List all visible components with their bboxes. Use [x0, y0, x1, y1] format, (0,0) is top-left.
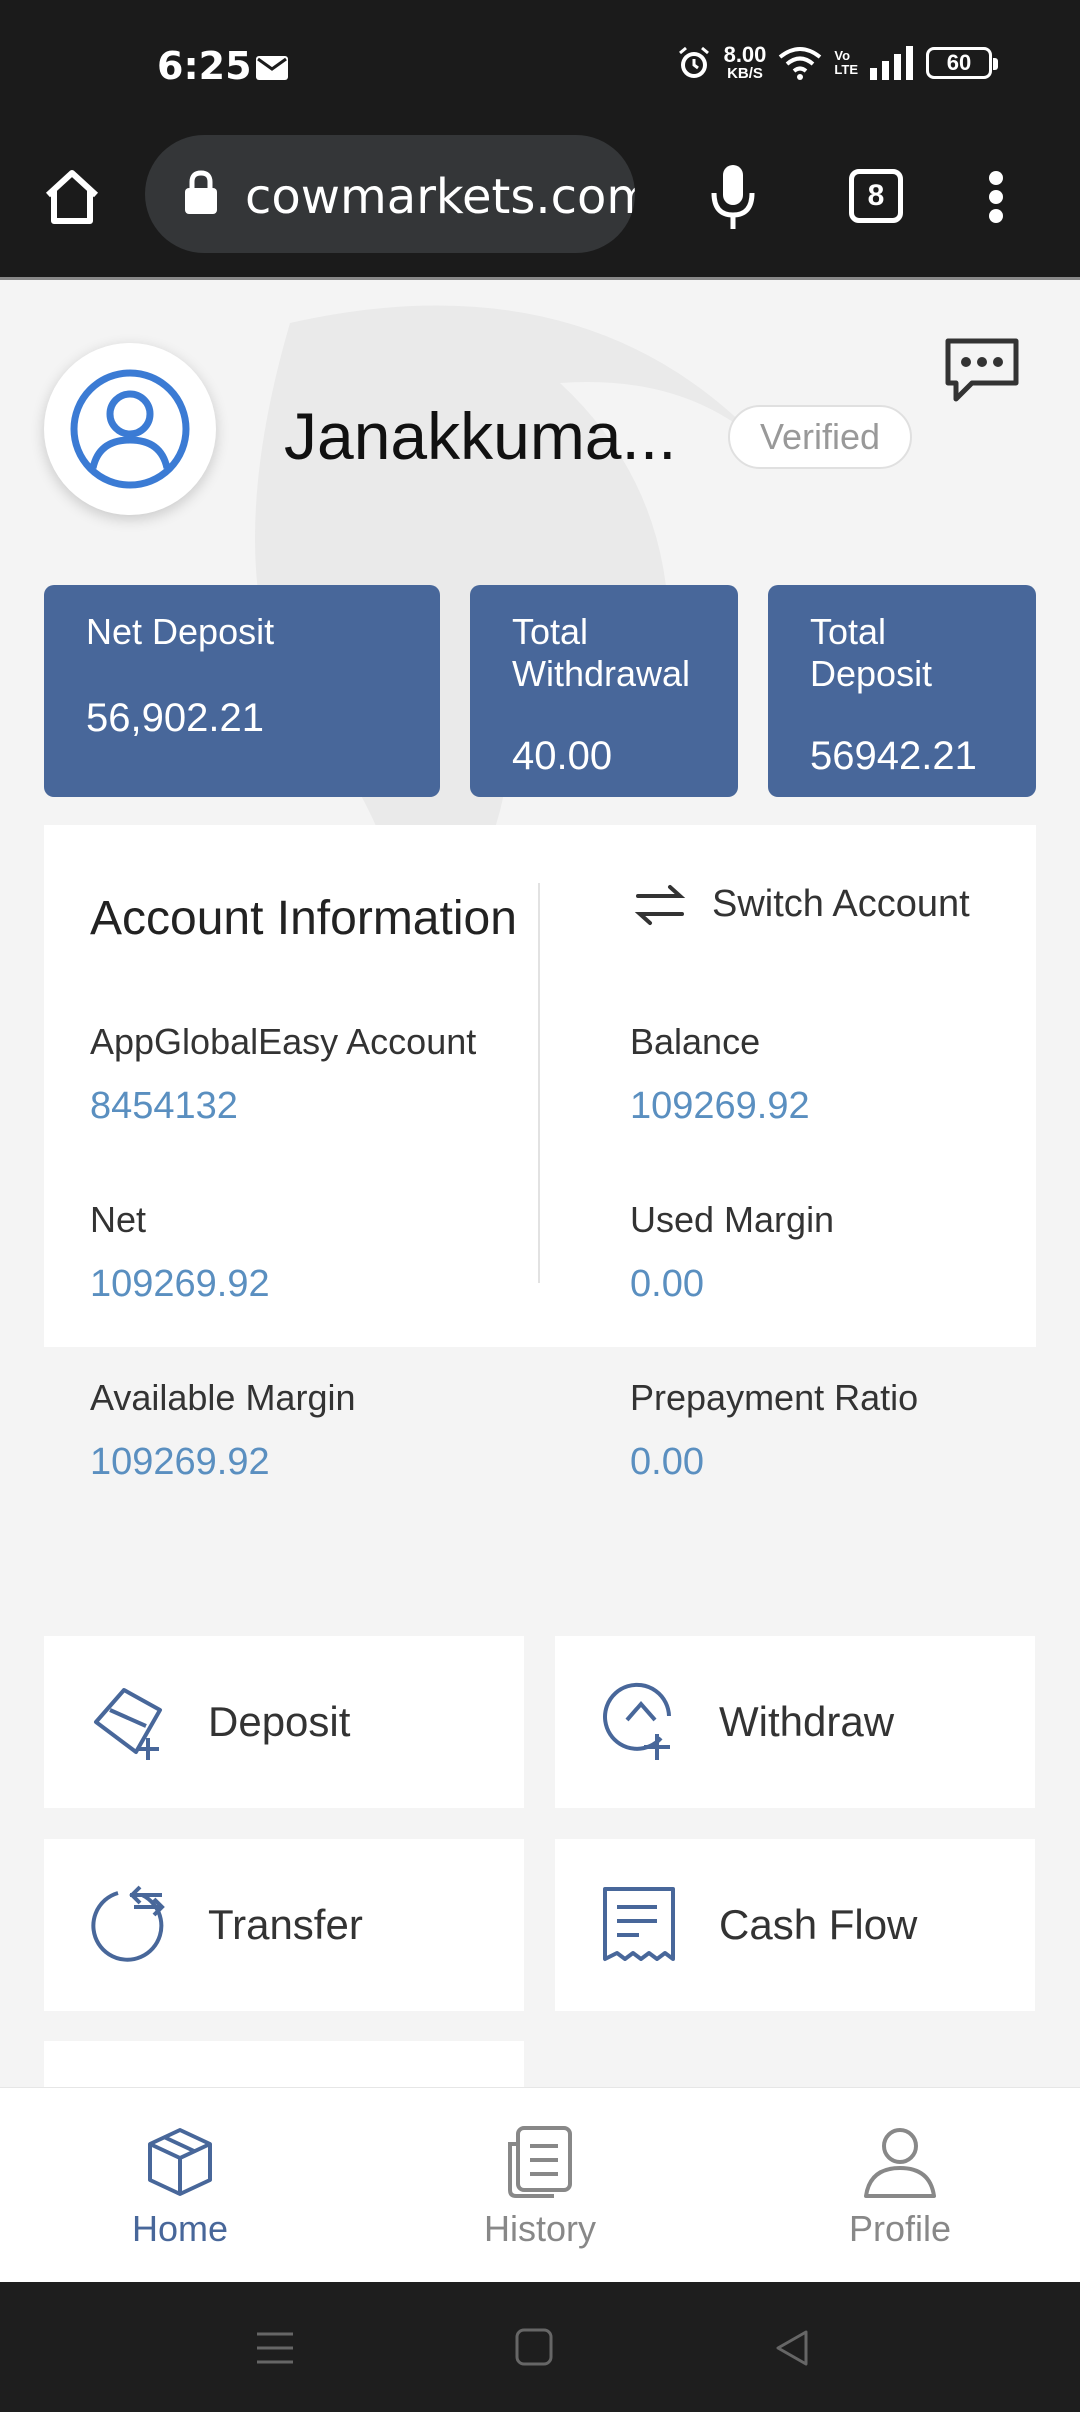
deposit-button[interactable]: Deposit: [44, 1636, 524, 1808]
nav-profile-label: Profile: [848, 2208, 952, 2249]
tab-switcher-button[interactable]: 8: [849, 169, 903, 223]
user-name: Janakkuma...: [284, 399, 677, 473]
withdraw-icon: [603, 1682, 671, 1760]
total-withdrawal-label-2: Withdrawal: [512, 653, 691, 694]
total-withdrawal-card: Total Withdrawal 40.00: [470, 585, 738, 797]
account-number-field: AppGlobalEasy Account 8454132: [90, 1021, 477, 1127]
switch-account-button[interactable]: Switch Account: [634, 883, 970, 926]
account-info-title: Account Information: [90, 892, 517, 945]
swap-arrows-icon: [634, 884, 686, 925]
page-content: Janakkuma... Verified Net Deposit 56,902…: [0, 283, 1080, 2087]
total-withdrawal-value: 40.00: [512, 734, 613, 778]
withdraw-button[interactable]: Withdraw: [555, 1636, 1035, 1808]
wifi-icon: [779, 46, 822, 80]
nav-home[interactable]: Home: [0, 2088, 360, 2283]
home-nav-icon[interactable]: [513, 2326, 557, 2370]
person-icon: [864, 2128, 936, 2198]
nav-profile[interactable]: Profile: [720, 2088, 1080, 2283]
recents-icon[interactable]: [253, 2326, 297, 2370]
verified-badge: Verified: [728, 405, 912, 469]
microphone-icon[interactable]: [708, 163, 758, 233]
net-speed: 8.00 KB/S: [723, 42, 767, 82]
balance-field: Balance 109269.92: [630, 1021, 810, 1127]
url-text: cowmarkets.com: [245, 169, 635, 225]
address-bar[interactable]: cowmarkets.com: [145, 135, 635, 253]
system-navigation-bar: [0, 2282, 1080, 2412]
prepayment-ratio-field: Prepayment Ratio 0.00: [630, 1377, 919, 1483]
total-withdrawal-label-1: Total: [512, 611, 589, 652]
signal-icon: [870, 45, 913, 80]
transfer-icon: [91, 1885, 165, 1962]
status-time: 6:25: [157, 44, 252, 88]
bottom-navigation: Home History Profile: [0, 2087, 1080, 2282]
avatar[interactable]: [44, 343, 216, 515]
deposit-icon: [94, 1688, 162, 1760]
total-deposit-value: 56942.21: [810, 734, 977, 778]
available-margin-field: Available Margin 109269.92: [90, 1377, 356, 1483]
net-deposit-value: 56,902.21: [86, 696, 264, 740]
deposit-label: Deposit: [208, 1698, 351, 1745]
total-deposit-card: Total Deposit 56942.21: [768, 585, 1036, 797]
withdraw-label: Withdraw: [719, 1698, 895, 1745]
alarm-icon: [678, 46, 709, 78]
document-icon: [508, 2126, 572, 2198]
volte-indicator: Vo LTE: [834, 47, 858, 77]
chat-icon[interactable]: [942, 335, 1022, 405]
lock-icon: [185, 170, 217, 214]
nav-history-label: History: [483, 2208, 596, 2249]
nav-home-label: Home: [131, 2208, 229, 2249]
status-icons: 8.00 KB/S Vo LTE 60: [676, 42, 998, 82]
mail-icon: [256, 56, 288, 80]
user-icon: [70, 369, 190, 489]
cash-flow-button[interactable]: Cash Flow: [555, 1839, 1035, 2011]
divider: [538, 883, 540, 1283]
home-icon[interactable]: [40, 165, 104, 229]
account-information-panel: Account Information Switch Account AppGl…: [44, 825, 1036, 1483]
transfer-label: Transfer: [208, 1901, 363, 1948]
browser-toolbar: cowmarkets.com 8: [0, 135, 1080, 280]
net-deposit-card: Net Deposit 56,902.21: [44, 585, 440, 797]
total-deposit-label-1: Total: [810, 611, 887, 652]
switch-account-label: Switch Account: [712, 883, 970, 925]
battery-indicator: 60: [926, 46, 998, 79]
back-icon[interactable]: [770, 2326, 814, 2370]
more-menu-icon[interactable]: [976, 165, 1016, 229]
total-deposit-label-2: Deposit: [810, 653, 933, 694]
status-bar: 6:25 8.00 KB/S Vo LTE 60: [0, 0, 1080, 135]
receipt-icon: [603, 1887, 675, 1961]
used-margin-field: Used Margin 0.00: [630, 1199, 835, 1305]
partial-tile: [44, 2041, 524, 2087]
net-field: Net 109269.92: [90, 1199, 270, 1305]
cube-icon: [148, 2128, 212, 2196]
transfer-button[interactable]: Transfer: [44, 1839, 524, 2011]
cash-flow-label: Cash Flow: [719, 1901, 918, 1948]
net-deposit-label: Net Deposit: [86, 611, 275, 652]
nav-history[interactable]: History: [360, 2088, 720, 2283]
